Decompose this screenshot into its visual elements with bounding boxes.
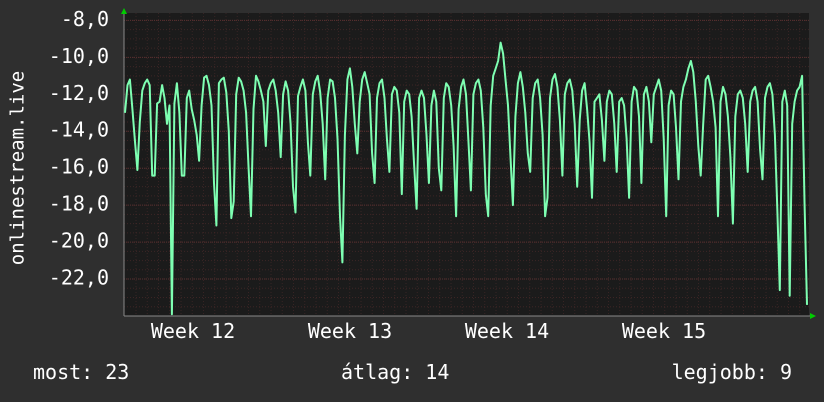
stats-bar: most: 23 átlag: 14 legjobb: 9: [0, 360, 824, 390]
x-tick-label: Week 15: [622, 319, 706, 343]
x-tick-labels: Week 12 Week 13 Week 14 Week 15: [151, 319, 706, 343]
plot-background: [124, 13, 809, 316]
y-tick-label: -14,0: [49, 118, 109, 142]
chart-svg: -8,0-10,0-12,0-14,0-16,0-18,0-20,0-22,0 …: [7, 7, 816, 343]
y-axis-title: onlinestream.live: [7, 71, 29, 265]
stat-average: átlag: 14: [341, 360, 450, 384]
y-tick-label: -18,0: [49, 192, 109, 216]
x-tick-label: Week 12: [151, 319, 235, 343]
x-axis-arrow: [810, 313, 816, 319]
y-tick-label: -22,0: [49, 266, 109, 290]
y-tick-labels: -8,0 -10,0 -12,0 -14,0 -16,0 -18,0 -20,0 -22,0: [49, 7, 109, 290]
stat-current: most: 23: [33, 360, 130, 384]
stat-best: legjobb: 9: [671, 360, 792, 384]
y-tick-label: -10,0: [49, 44, 109, 68]
chart: -8,0 -10,0 -12,0 -14,0 -16,0 -18,0 -20,0 -22,0 …: [0, 0, 824, 345]
y-tick-label: -12,0: [49, 81, 109, 105]
y-axis-arrow: [121, 8, 127, 14]
x-tick-label: Week 13: [308, 319, 392, 343]
y-tick-label: -8,0: [61, 7, 109, 31]
x-tick-label: Week 14: [465, 319, 549, 343]
y-tick-label: -20,0: [49, 229, 109, 253]
y-tick-label: -16,0: [49, 155, 109, 179]
